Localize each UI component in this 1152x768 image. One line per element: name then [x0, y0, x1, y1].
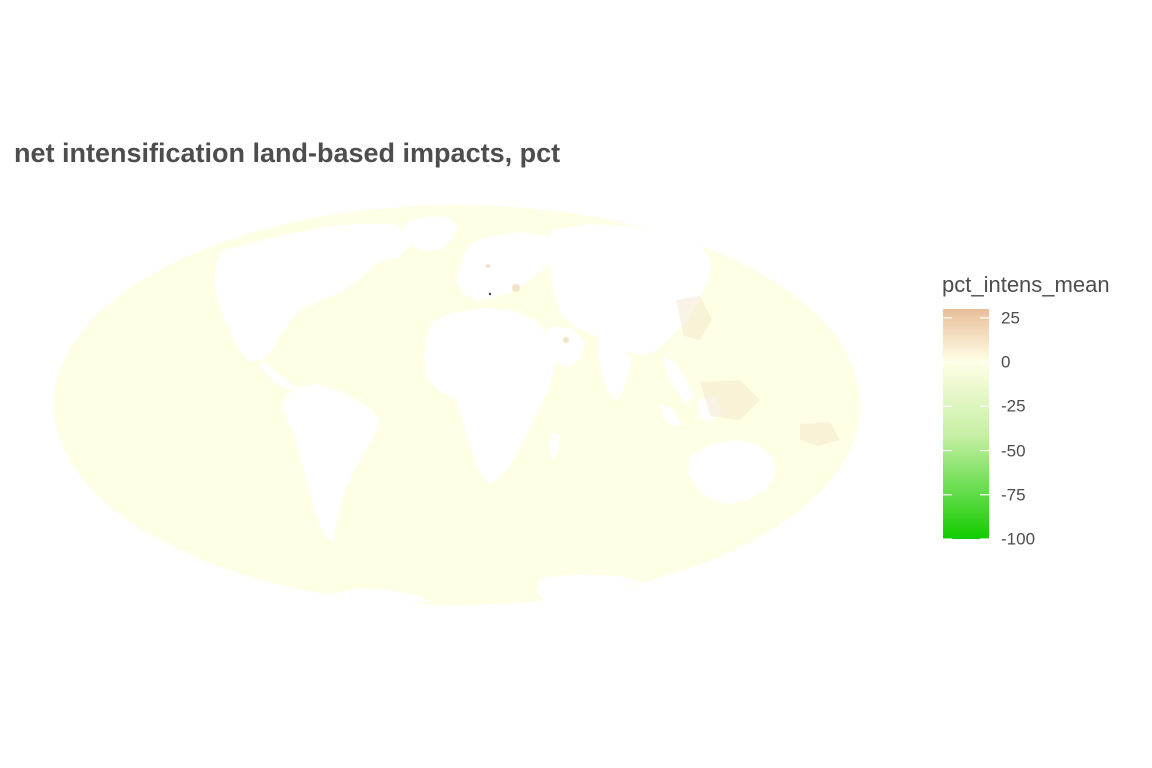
highlight-middle-east	[563, 337, 569, 343]
legend-tick-label: 0	[1001, 352, 1011, 372]
highlight-europe-north	[486, 264, 490, 268]
legend-tick-label: -25	[1001, 396, 1026, 416]
legend-title: pct_intens_mean	[942, 272, 1110, 297]
legend-tick-label: -50	[1001, 441, 1026, 461]
legend-tick-label: -100	[1001, 529, 1036, 549]
legend-colorbar	[943, 309, 989, 539]
highlight-dot-europe	[488, 292, 492, 296]
legend-tick-label: 25	[1001, 308, 1020, 328]
world-map	[54, 205, 989, 605]
highlight-balkans	[512, 284, 520, 292]
antarctica-east	[536, 574, 640, 602]
legend-tick-label: -75	[1001, 485, 1026, 505]
